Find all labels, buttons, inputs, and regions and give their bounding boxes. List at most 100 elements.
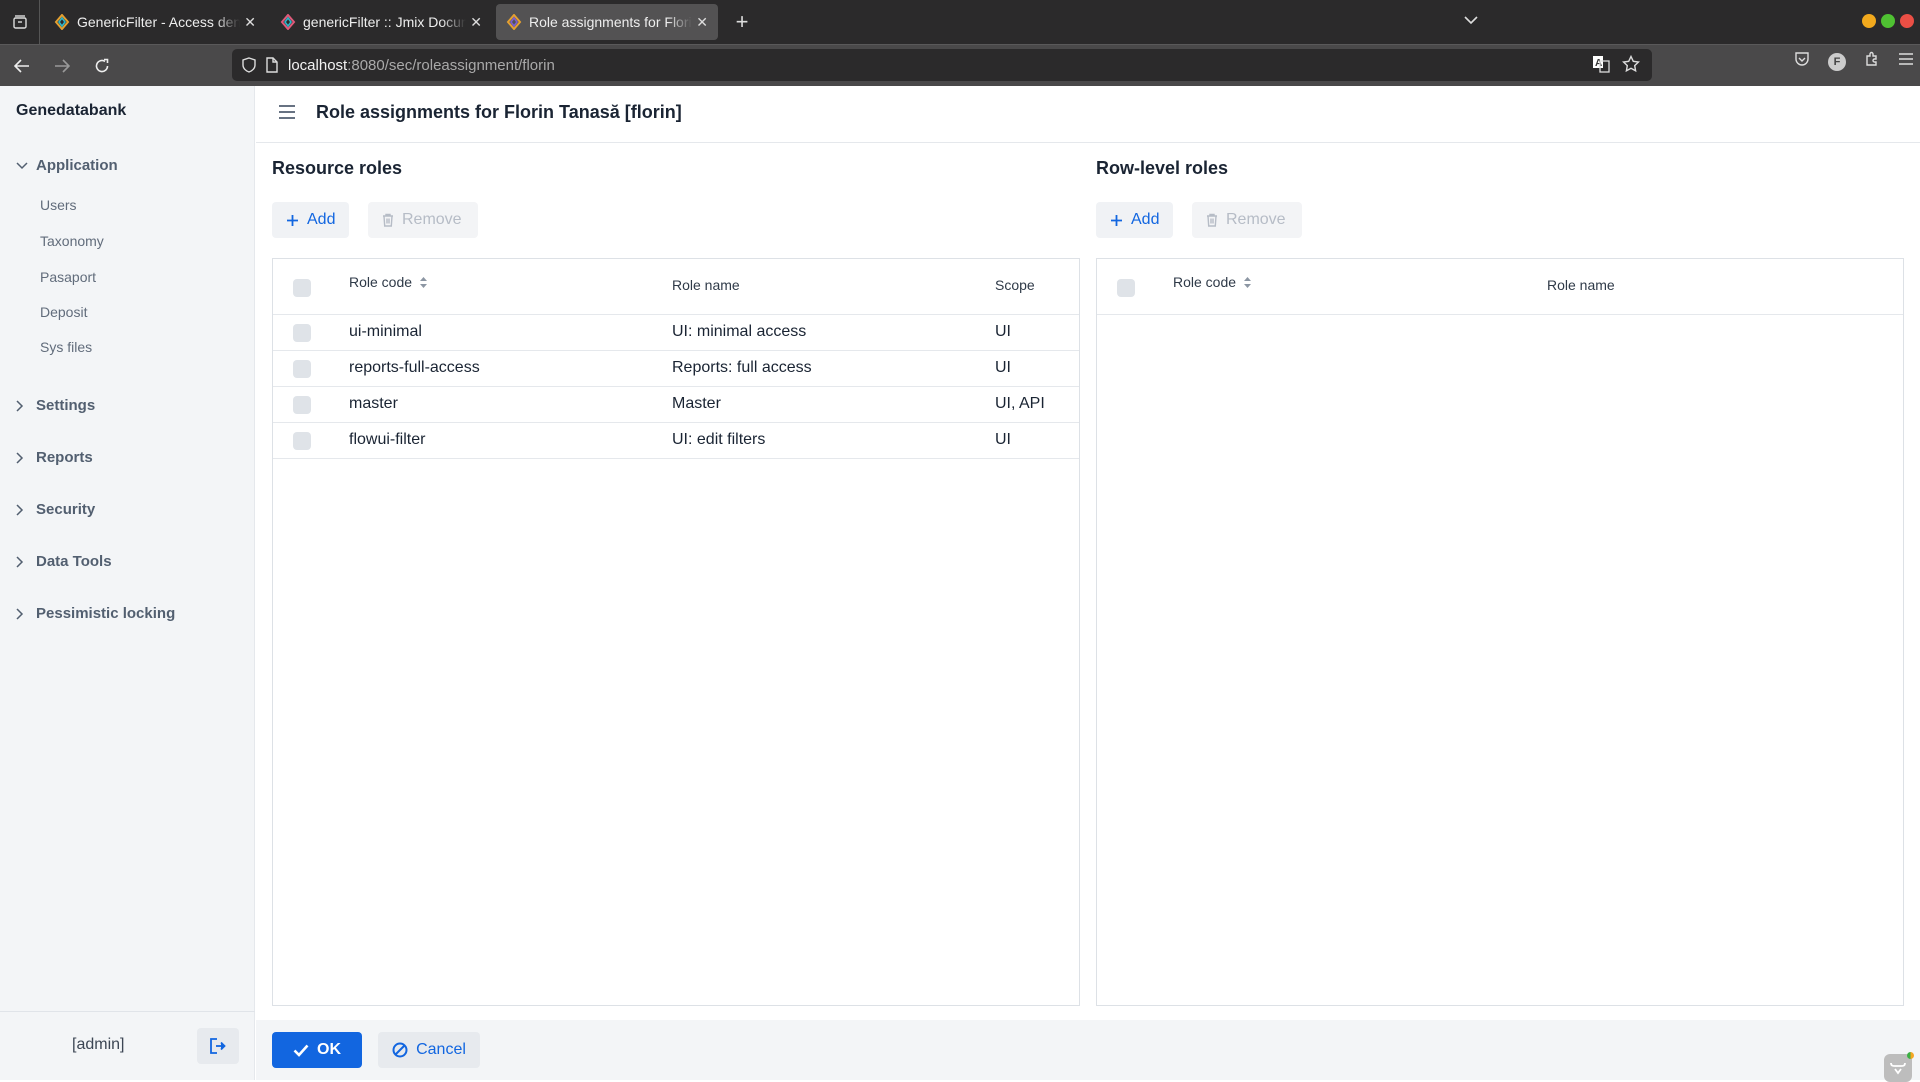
sidebar-group-reports[interactable]: Reports [16, 449, 93, 466]
resource-roles-add-button[interactable]: Add [272, 202, 350, 238]
page-icon[interactable] [266, 57, 278, 73]
maximize-button[interactable] [1881, 14, 1895, 28]
cell-scope: UI [995, 359, 1011, 376]
row-level-roles-add-button[interactable]: Add [1096, 202, 1174, 238]
add-label: Add [307, 211, 336, 228]
tab-close-icon[interactable]: ✕ [244, 14, 256, 31]
sidebar-group-pessimistic-locking[interactable]: Pessimistic locking [16, 605, 175, 622]
sidebar-group-security[interactable]: Security [16, 501, 95, 518]
remove-label: Remove [1226, 211, 1286, 228]
cancel-button[interactable]: Cancel [378, 1032, 480, 1068]
table-row[interactable]: master Master UI, API [273, 387, 1079, 423]
remove-label: Remove [402, 211, 462, 228]
sidebar-item-users[interactable]: Users [40, 197, 77, 213]
sidebar-group-data-tools[interactable]: Data Tools [16, 553, 112, 570]
chevron-down-icon [16, 161, 30, 170]
tab-title: Role assignments for Florin Tanasă [529, 14, 692, 30]
select-all-checkbox[interactable] [1117, 279, 1135, 297]
close-window-button[interactable] [1900, 14, 1914, 28]
tab-close-icon[interactable]: ✕ [470, 14, 482, 31]
resource-roles-title: Resource roles [272, 158, 403, 178]
dialog-footer: OK Cancel [256, 1020, 1920, 1082]
url-bar[interactable]: localhost:8080/sec/roleassignment/florin… [232, 49, 1652, 81]
column-header-scope[interactable]: Scope [995, 277, 1035, 293]
tab-list-button[interactable] [1464, 12, 1478, 30]
select-all-checkbox[interactable] [293, 279, 311, 297]
sidebar-group-settings[interactable]: Settings [16, 397, 95, 414]
sidebar-group-label: Data Tools [36, 553, 112, 570]
extensions-icon[interactable] [1864, 51, 1880, 72]
shield-icon[interactable] [242, 57, 256, 73]
browser-tab-active[interactable]: Role assignments for Florin Tanasă ✕ [496, 4, 718, 40]
row-level-roles-remove-button[interactable]: Remove [1192, 202, 1302, 238]
tab-overview-button[interactable] [0, 0, 40, 44]
minimize-button[interactable] [1862, 14, 1876, 28]
profile-avatar[interactable]: F [1828, 52, 1846, 71]
cell-scope: UI, API [995, 395, 1045, 412]
menu-icon[interactable] [1898, 52, 1914, 71]
chevron-right-icon [16, 451, 30, 464]
table-row[interactable]: reports-full-access Reports: full access… [273, 351, 1079, 387]
sidebar-item-taxonomy[interactable]: Taxonomy [40, 233, 104, 249]
status-dot [1907, 1052, 1914, 1059]
trash-icon [1206, 213, 1218, 227]
main-content: Role assignments for Florin Tanasă [flor… [256, 86, 1920, 1082]
sidebar-group-label: Settings [36, 397, 96, 414]
cell-scope: UI [995, 431, 1011, 448]
ok-button[interactable]: OK [272, 1032, 362, 1068]
browser-tab[interactable]: GenericFilter - Access denied ✕ [44, 4, 266, 40]
bookmark-star-icon[interactable] [1621, 54, 1641, 77]
cell-role-code: ui-minimal [349, 323, 422, 340]
sort-icon[interactable] [1244, 276, 1252, 288]
drawer-toggle[interactable] [278, 105, 296, 119]
column-header-role-name[interactable]: Role name [1547, 277, 1615, 293]
chevron-right-icon [16, 503, 30, 516]
ok-label: OK [317, 1041, 341, 1058]
resource-roles-remove-button[interactable]: Remove [368, 202, 478, 238]
chevron-right-icon [16, 607, 30, 620]
cell-role-name: UI: minimal access [672, 323, 807, 340]
sidebar-item-pasaport[interactable]: Pasaport [40, 269, 96, 285]
add-label: Add [1131, 211, 1160, 228]
sidebar-item-sys-files[interactable]: Sys files [40, 339, 92, 355]
row-checkbox[interactable] [293, 360, 311, 378]
grid-header-row: Role code Role name [1097, 259, 1903, 315]
cell-role-code: master [349, 395, 398, 412]
cell-role-code: flowui-filter [349, 431, 426, 448]
resource-roles-grid: Role code Role name Scope ui-minimal UI:… [272, 258, 1080, 1006]
grid-header-row: Role code Role name Scope [273, 259, 1079, 315]
translate-icon[interactable]: A [1592, 55, 1610, 77]
sidebar-group-application[interactable]: Application [16, 157, 118, 174]
pocket-icon[interactable] [1794, 51, 1810, 72]
sort-icon[interactable] [420, 276, 428, 288]
ban-icon [392, 1042, 408, 1058]
tab-title: GenericFilter - Access denied [77, 14, 241, 30]
back-button[interactable] [4, 51, 40, 81]
table-row[interactable]: ui-minimal UI: minimal access UI [273, 315, 1079, 351]
cell-role-name: Master [672, 395, 721, 412]
window-controls [1862, 14, 1914, 28]
chevron-right-icon [16, 399, 30, 412]
column-header-role-code[interactable]: Role code [349, 274, 428, 290]
tab-title: genericFilter :: Jmix Documentation [303, 14, 466, 30]
dev-tools-badge[interactable] [1884, 1052, 1914, 1082]
sidebar-footer: [admin] [0, 1011, 255, 1080]
row-checkbox[interactable] [293, 324, 311, 342]
column-header-role-code[interactable]: Role code [1173, 274, 1252, 290]
sidebar-group-label: Application [36, 157, 118, 174]
arrow-left-icon [14, 58, 29, 73]
sidebar-group-label: Pessimistic locking [36, 605, 176, 622]
tab-close-icon[interactable]: ✕ [696, 14, 708, 31]
page-header: Role assignments for Florin Tanasă [flor… [256, 86, 1920, 143]
sidebar-item-deposit[interactable]: Deposit [40, 304, 87, 320]
row-checkbox[interactable] [293, 432, 311, 450]
column-header-role-name[interactable]: Role name [672, 277, 740, 293]
row-checkbox[interactable] [293, 396, 311, 414]
browser-tab[interactable]: genericFilter :: Jmix Documentation ✕ [270, 4, 492, 40]
cell-role-code: reports-full-access [349, 359, 480, 376]
reload-button[interactable] [84, 51, 120, 81]
forward-button[interactable] [44, 51, 80, 81]
logout-button[interactable] [197, 1028, 239, 1064]
new-tab-button[interactable]: + [730, 9, 754, 35]
table-row[interactable]: flowui-filter UI: edit filters UI [273, 423, 1079, 459]
